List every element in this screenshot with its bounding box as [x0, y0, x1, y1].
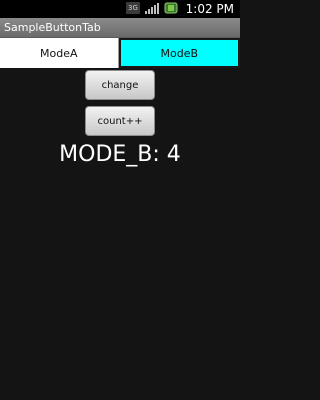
- network-label: 3G: [128, 4, 138, 12]
- status-time: 1:02 PM: [185, 2, 234, 16]
- battery-icon: [164, 2, 178, 14]
- tab-mode-b-label: ModeB: [160, 46, 199, 60]
- status-bar: 3G 1:02 PM: [0, 0, 240, 18]
- status-icons: 3G: [126, 2, 178, 14]
- change-button[interactable]: change: [85, 70, 155, 100]
- count-increment-button[interactable]: count++: [85, 106, 155, 136]
- 3g-icon: 3G: [126, 2, 140, 14]
- tab-bar: ModeA ModeB: [0, 38, 240, 68]
- signal-icon: [145, 3, 159, 14]
- mode-display-text: MODE_B: 4: [59, 142, 181, 167]
- count-button-label: count++: [97, 115, 143, 127]
- tab-mode-a-label: ModeA: [40, 46, 78, 60]
- change-button-label: change: [101, 79, 139, 91]
- app-title-bar: SampleButtonTab: [0, 18, 240, 38]
- app-title: SampleButtonTab: [4, 21, 101, 34]
- tab-mode-b[interactable]: ModeB: [118, 38, 240, 68]
- tab-mode-a[interactable]: ModeA: [0, 38, 119, 68]
